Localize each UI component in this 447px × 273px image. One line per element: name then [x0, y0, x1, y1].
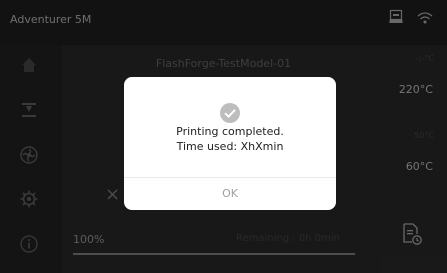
printer-screen: Adventurer 5M FlashForge-TestModel-01 -/	[0, 0, 447, 273]
print-complete-dialog: Printing completed. Time used: XhXmin OK	[124, 77, 336, 210]
completion-message: Printing completed.	[176, 125, 284, 138]
check-icon	[220, 103, 240, 123]
time-used-message: Time used: XhXmin	[176, 140, 284, 153]
ok-button[interactable]: OK	[124, 178, 336, 210]
